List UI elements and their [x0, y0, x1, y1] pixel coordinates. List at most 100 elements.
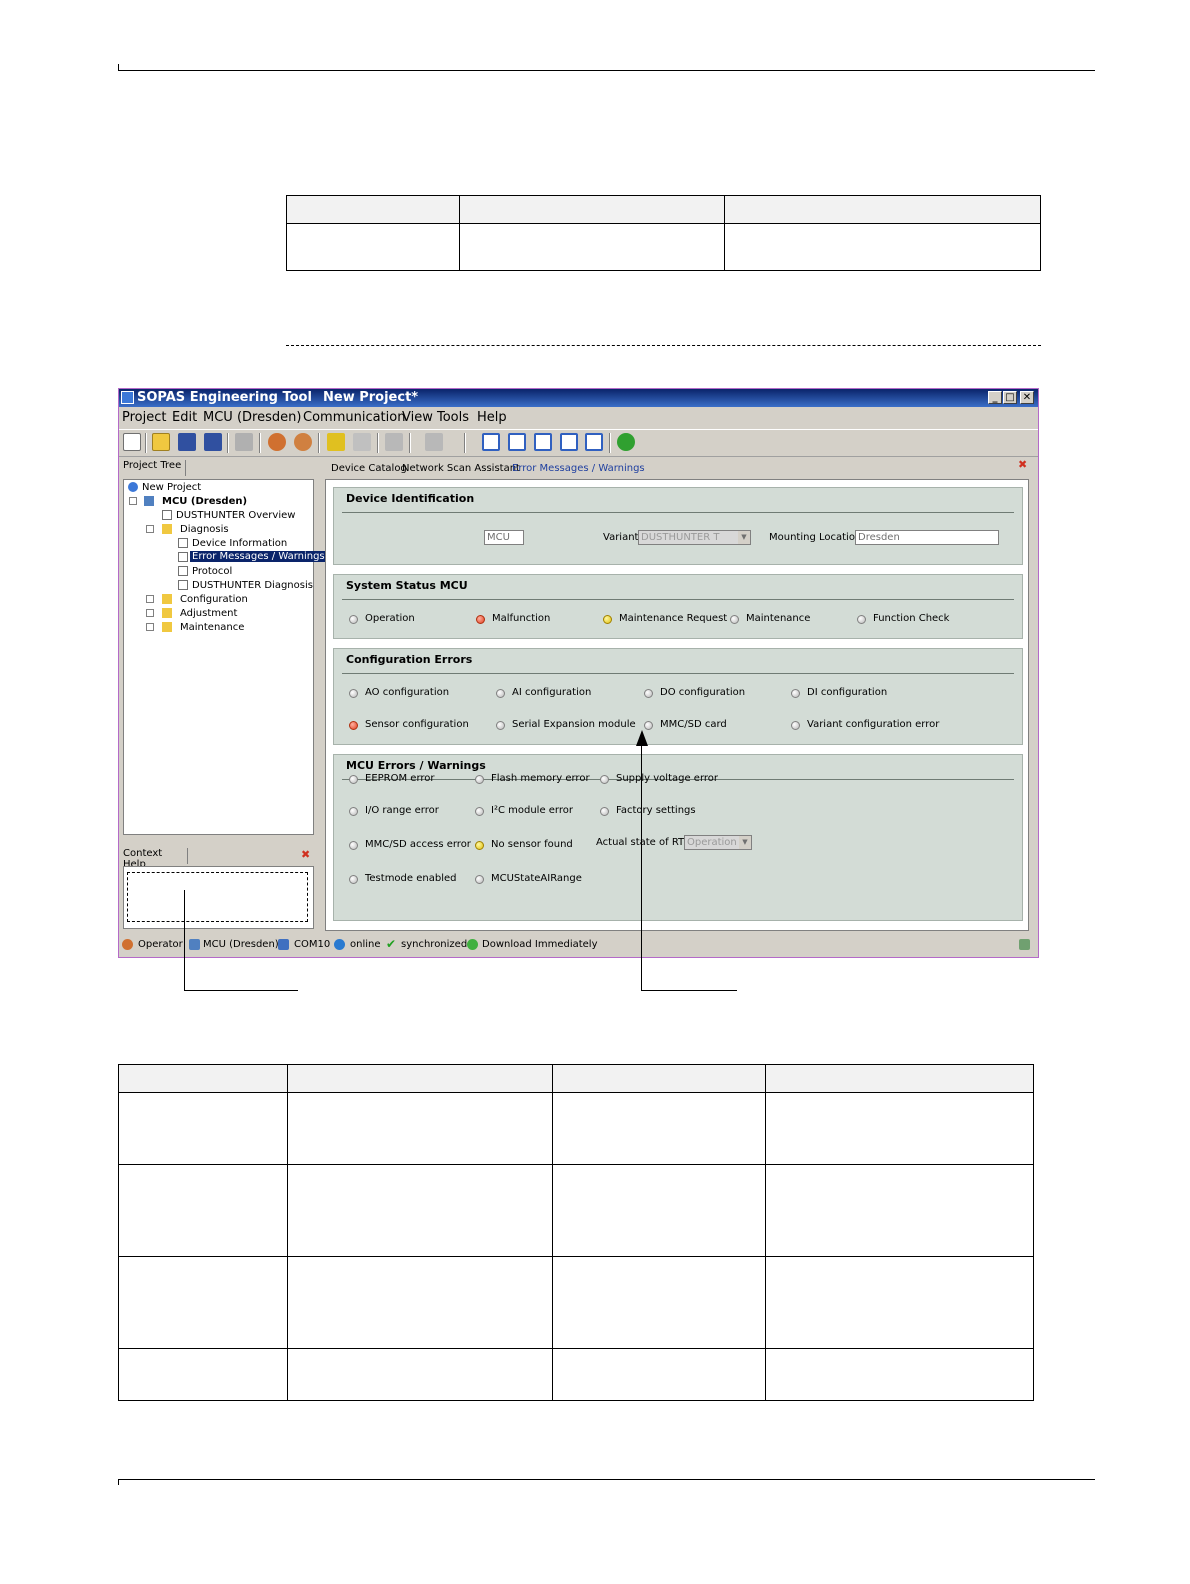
- close-button[interactable]: ✕: [1020, 391, 1034, 404]
- menu-tools[interactable]: Tools: [437, 410, 469, 425]
- expand-icon[interactable]: [146, 595, 154, 603]
- tree-item-device-information[interactable]: Device Information: [192, 538, 287, 549]
- rtc-state-select[interactable]: Operation ▼: [684, 835, 752, 850]
- layout-grid-icon[interactable]: [585, 433, 603, 451]
- toolbar-separator: [318, 433, 320, 453]
- collapse-icon[interactable]: [146, 525, 154, 533]
- variant-value: DUSTHUNTER T: [641, 532, 720, 543]
- mounting-location-label: Mounting Location: [769, 532, 862, 543]
- system-status-status-led-icon: [476, 615, 485, 624]
- folder-icon: [162, 524, 172, 534]
- app-name: SOPAS Engineering Tool: [137, 390, 312, 405]
- menu-project[interactable]: Project: [122, 410, 166, 425]
- tab-project-tree[interactable]: Project Tree: [123, 460, 186, 476]
- layout-horizontal-icon[interactable]: [508, 433, 526, 451]
- undo-icon[interactable]: [385, 433, 403, 451]
- mounting-location-field[interactable]: Dresden: [855, 530, 999, 545]
- open-folder-icon[interactable]: [152, 433, 170, 451]
- top-table-header: [459, 195, 725, 224]
- close-panel-icon[interactable]: ✖: [301, 849, 311, 860]
- tree-item-protocol[interactable]: Protocol: [192, 566, 232, 577]
- system-status-label: Malfunction: [492, 613, 551, 624]
- menu-communication[interactable]: Communication: [303, 410, 405, 425]
- mcu-error-status-led-icon: [349, 807, 358, 816]
- tree-item-overview[interactable]: DUSTHUNTER Overview: [176, 510, 295, 521]
- config-error-label: DI configuration: [807, 687, 888, 698]
- callout-line-mmc: [641, 990, 737, 991]
- config-error-status-led-icon: [496, 721, 505, 730]
- tree-item-diagnosis[interactable]: Diagnosis: [180, 524, 229, 535]
- view-icon[interactable]: [353, 433, 371, 451]
- header-rule-tick: [118, 64, 119, 71]
- mcu-error-status-led-icon: [600, 775, 609, 784]
- tab-device-catalog[interactable]: Device Catalog: [331, 463, 407, 474]
- rtc-state-value: Operation: [687, 837, 737, 848]
- tab-error-messages[interactable]: Error Messages / Warnings: [512, 463, 645, 474]
- bottom-table-header: [552, 1064, 766, 1093]
- bottom-table-cell: [287, 1348, 553, 1401]
- group-divider: [342, 599, 1014, 600]
- maximize-button[interactable]: □: [1003, 391, 1017, 404]
- variant-select[interactable]: DUSTHUNTER T ▼: [638, 530, 751, 545]
- check-icon[interactable]: [617, 433, 635, 451]
- chevron-down-icon[interactable]: ▼: [738, 531, 750, 544]
- callout-line-context-help: [184, 890, 185, 990]
- upload-device-icon[interactable]: [268, 433, 286, 451]
- login-icon[interactable]: [327, 433, 345, 451]
- tab-network-scan[interactable]: Network Scan Assistant: [402, 463, 520, 474]
- menu-view[interactable]: View: [402, 410, 433, 425]
- bottom-table-cell: [287, 1256, 553, 1349]
- close-tab-icon[interactable]: ✖: [1018, 459, 1028, 470]
- menu-mcu[interactable]: MCU (Dresden): [203, 410, 301, 425]
- device-name-field[interactable]: MCU: [484, 530, 524, 545]
- expand-icon[interactable]: [146, 623, 154, 631]
- callout-line-context-help: [184, 990, 298, 991]
- folder-icon: [162, 622, 172, 632]
- bottom-table-header: [287, 1064, 553, 1093]
- tab-context-help[interactable]: Context Help: [123, 848, 188, 870]
- collapse-icon[interactable]: [129, 497, 137, 505]
- menu-edit[interactable]: Edit: [172, 410, 197, 425]
- project-tree-panel: New Project MCU (Dresden) DUSTHUNTER Ove…: [123, 479, 327, 835]
- layout-vertical-icon[interactable]: [534, 433, 552, 451]
- chevron-down-icon[interactable]: ▼: [739, 836, 751, 849]
- device-icon: [189, 939, 200, 950]
- layout-corner-icon[interactable]: [560, 433, 578, 451]
- print-icon[interactable]: [235, 433, 253, 451]
- com-port-icon: [278, 939, 289, 950]
- project-title: New Project*: [323, 390, 419, 405]
- save-as-icon[interactable]: [204, 433, 222, 451]
- tree-item-error-messages[interactable]: Error Messages / Warnings: [190, 551, 327, 562]
- menu-help[interactable]: Help: [477, 410, 507, 425]
- config-error-status-led-icon: [349, 721, 358, 730]
- bottom-table-cell: [118, 1256, 288, 1349]
- resize-grip-icon[interactable]: [1019, 939, 1030, 950]
- tree-item-mcu[interactable]: MCU (Dresden): [162, 496, 247, 507]
- toolbar-separator: [464, 433, 466, 453]
- top-table-header: [724, 195, 1041, 224]
- system-status-label: Operation: [365, 613, 415, 624]
- mcu-error-label: Supply voltage error: [616, 773, 719, 784]
- redo-icon[interactable]: [425, 433, 443, 451]
- bottom-table: [118, 1064, 1034, 1401]
- device-identification-group: Device Identification MCU Variant DUSTHU…: [333, 487, 1023, 565]
- tree-item-configuration[interactable]: Configuration: [180, 594, 248, 605]
- tree-item-dusthunter-diagnosis[interactable]: DUSTHUNTER Diagnosis: [192, 580, 313, 591]
- expand-icon[interactable]: [146, 609, 154, 617]
- status-bar: Operator MCU (Dresden) COM10 online ✔ sy…: [119, 935, 1038, 957]
- tree-item-maintenance[interactable]: Maintenance: [180, 622, 244, 633]
- bottom-table-cell: [552, 1164, 766, 1257]
- mcu-errors-group: MCU Errors / Warnings EEPROM error Flash …: [333, 754, 1023, 921]
- page-icon: [178, 580, 188, 590]
- save-icon[interactable]: [178, 433, 196, 451]
- new-file-icon[interactable]: [123, 433, 141, 451]
- download-device-icon[interactable]: [294, 433, 312, 451]
- tree-item-adjustment[interactable]: Adjustment: [180, 608, 237, 619]
- folder-icon: [162, 594, 172, 604]
- layout-single-icon[interactable]: [482, 433, 500, 451]
- menu-bar: Project Edit MCU (Dresden) Communication…: [119, 408, 1038, 428]
- tree-item-new-project[interactable]: New Project: [142, 482, 201, 493]
- minimize-button[interactable]: _: [988, 391, 1002, 404]
- error-messages-panel: Device Identification MCU Variant DUSTHU…: [325, 479, 1029, 931]
- top-table-header: [286, 195, 460, 224]
